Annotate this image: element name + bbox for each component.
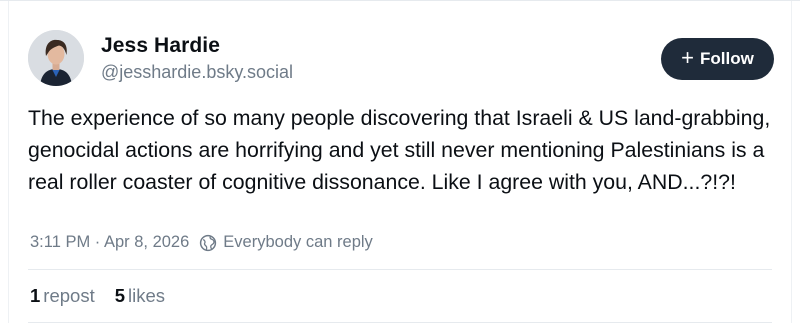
follow-button-label: Follow — [700, 49, 754, 68]
reply-setting: Everybody can reply — [223, 233, 373, 251]
author-handle[interactable]: @jesshardie.bsky.social — [101, 62, 293, 83]
avatar-photo-icon — [28, 30, 84, 86]
author-display-name[interactable]: Jess Hardie — [101, 34, 220, 58]
post-card: Jess Hardie @jesshardie.bsky.social + Fo… — [0, 0, 800, 323]
divider — [28, 269, 772, 270]
reposts-label: repost — [43, 285, 95, 306]
follow-button[interactable]: + Follow — [661, 38, 774, 80]
likes-label: likes — [128, 285, 166, 306]
likes-count: 5 — [114, 285, 126, 306]
avatar[interactable] — [28, 30, 84, 86]
post-text: The experience of so many people discove… — [28, 106, 771, 194]
reposts-count: 1 — [30, 285, 41, 306]
plus-icon: + — [681, 45, 695, 70]
globe-icon — [199, 234, 217, 252]
likes-stat[interactable]: 5 likes — [115, 285, 165, 307]
reposts-stat[interactable]: 1 repost — [30, 285, 95, 307]
post-meta: 3:11 PM · Apr 8, 2026 Everybody can repl… — [30, 233, 373, 252]
post-timestamp[interactable]: 3:11 PM · Apr 8, 2026 — [30, 233, 189, 252]
engagement-stats: 1 repost 5 likes — [30, 285, 165, 307]
left-border — [8, 1, 9, 323]
right-border — [791, 1, 792, 323]
